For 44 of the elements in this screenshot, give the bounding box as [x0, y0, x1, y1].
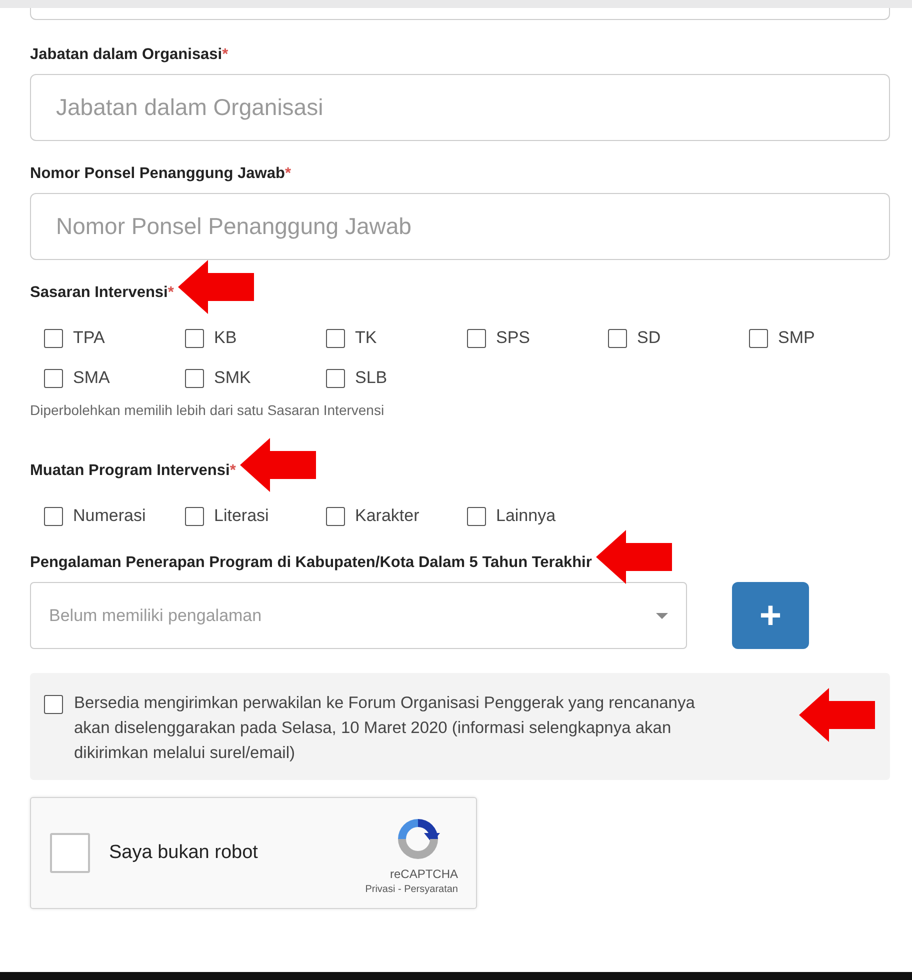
select-field[interactable]: Belum memiliki pengalaman [30, 582, 687, 649]
field-label: Nomor Ponsel Penanggung Jawab* [30, 165, 291, 182]
checkbox-label: SLB [355, 368, 388, 388]
checkbox[interactable] [185, 506, 204, 526]
checkbox[interactable] [467, 328, 486, 348]
input-field[interactable] [30, 8, 890, 20]
checkbox[interactable] [749, 328, 768, 348]
checkbox-label: Numerasi [73, 506, 146, 526]
consent-text: Bersedia mengirimkan perwakilan ke Forum Organisasi Penggerak yang rencananya akan diselenggarakan pada Selasa, 10 Maret 2020 (informasi selengkapnya akan dikirimkan melalui surel/email) [74, 693, 696, 764]
checkbox-label: SPS [496, 328, 530, 348]
recaptcha-brand: reCAPTCHA [390, 867, 458, 881]
checkbox-label: SMK [214, 368, 251, 388]
checkbox[interactable] [326, 328, 345, 348]
field-label: Pengalaman Penerapan Program di Kabupaten/Kota Dalam 5 Tahun Terakhir [30, 554, 592, 571]
privacy-terms-links[interactable]: Privasi - Persyaratan [365, 884, 458, 895]
checkbox[interactable] [326, 506, 345, 526]
help-text: Diperbolehkan memilih lebih dari satu Sasaran Intervensi [30, 402, 386, 418]
checkbox-label: Lainnya [496, 506, 556, 526]
field-label: Muatan Program Intervensi* [30, 462, 236, 479]
checkbox[interactable] [608, 328, 627, 348]
checkbox[interactable] [44, 368, 63, 388]
input-field[interactable]: Nomor Ponsel Penanggung Jawab [30, 193, 890, 260]
input-field[interactable]: Jabatan dalam Organisasi [30, 74, 890, 141]
checkbox-label: TK [355, 328, 377, 348]
recaptcha-label: Saya bukan robot [109, 842, 259, 864]
add-button[interactable]: + [732, 582, 809, 649]
checkbox-label: TPA [73, 328, 105, 348]
checkbox-label: Literasi [214, 506, 269, 526]
checkbox[interactable] [44, 328, 63, 348]
checkbox[interactable] [185, 368, 204, 388]
checkbox-label: SMP [778, 328, 815, 348]
checkbox-label: SMA [73, 368, 110, 388]
field-label: Jabatan dalam Organisasi* [30, 46, 228, 63]
checkbox[interactable] [50, 833, 90, 873]
checkbox-label: KB [214, 328, 237, 348]
checkbox[interactable] [185, 328, 204, 348]
checkbox-label: Karakter [355, 506, 420, 526]
checkbox-label: SD [637, 328, 661, 348]
checkbox[interactable] [44, 695, 63, 714]
checkbox[interactable] [467, 506, 486, 526]
caret-icon [656, 612, 668, 618]
checkbox[interactable] [326, 368, 345, 388]
checkbox[interactable] [44, 506, 63, 526]
field-label: Sasaran Intervensi* [30, 284, 174, 301]
